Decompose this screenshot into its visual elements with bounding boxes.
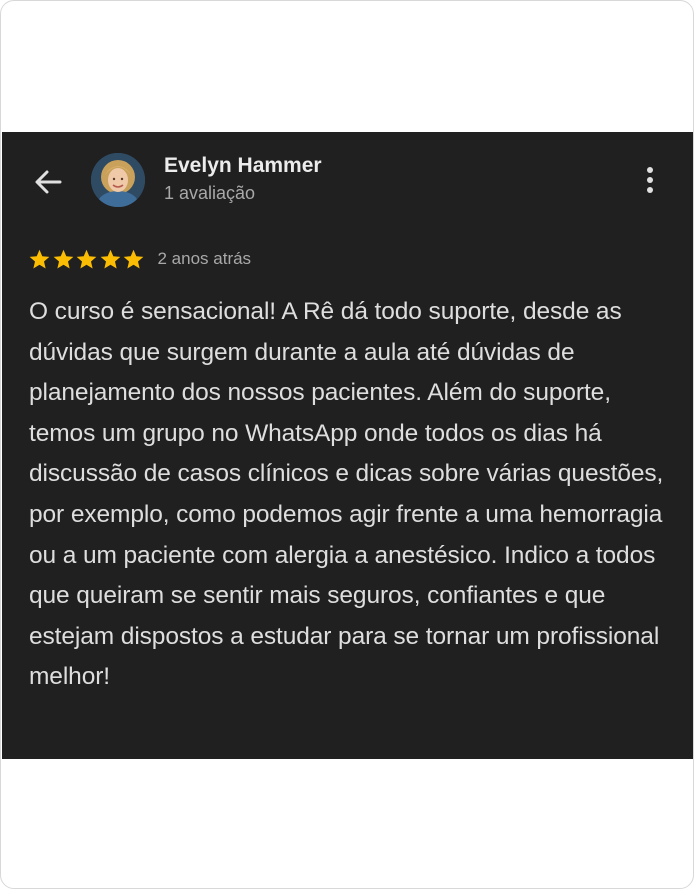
star-icon — [52, 248, 75, 271]
star-icon — [122, 248, 145, 271]
avatar-photo — [91, 153, 145, 207]
avatar[interactable] — [91, 153, 145, 207]
star-icon — [75, 248, 98, 271]
review-date: 2 anos atrás — [157, 249, 252, 268]
star-rating — [28, 248, 146, 271]
screenshot-frame: Evelyn Hammer 1 avaliação 2 anos atrás O… — [0, 0, 694, 889]
reviewer-name[interactable]: Evelyn Hammer — [164, 154, 322, 178]
rating-row: 2 anos atrás — [28, 247, 251, 271]
review-count: 1 avaliação — [164, 183, 256, 203]
review-card: Evelyn Hammer 1 avaliação 2 anos atrás O… — [2, 132, 693, 759]
more-options-button[interactable] — [634, 162, 666, 198]
more-vertical-icon — [647, 167, 653, 193]
back-button[interactable] — [30, 164, 66, 200]
review-text: O curso é sensacional! A Rê dá todo supo… — [29, 298, 664, 691]
star-icon — [28, 248, 51, 271]
arrow-left-icon — [35, 170, 62, 194]
star-icon — [99, 248, 122, 271]
